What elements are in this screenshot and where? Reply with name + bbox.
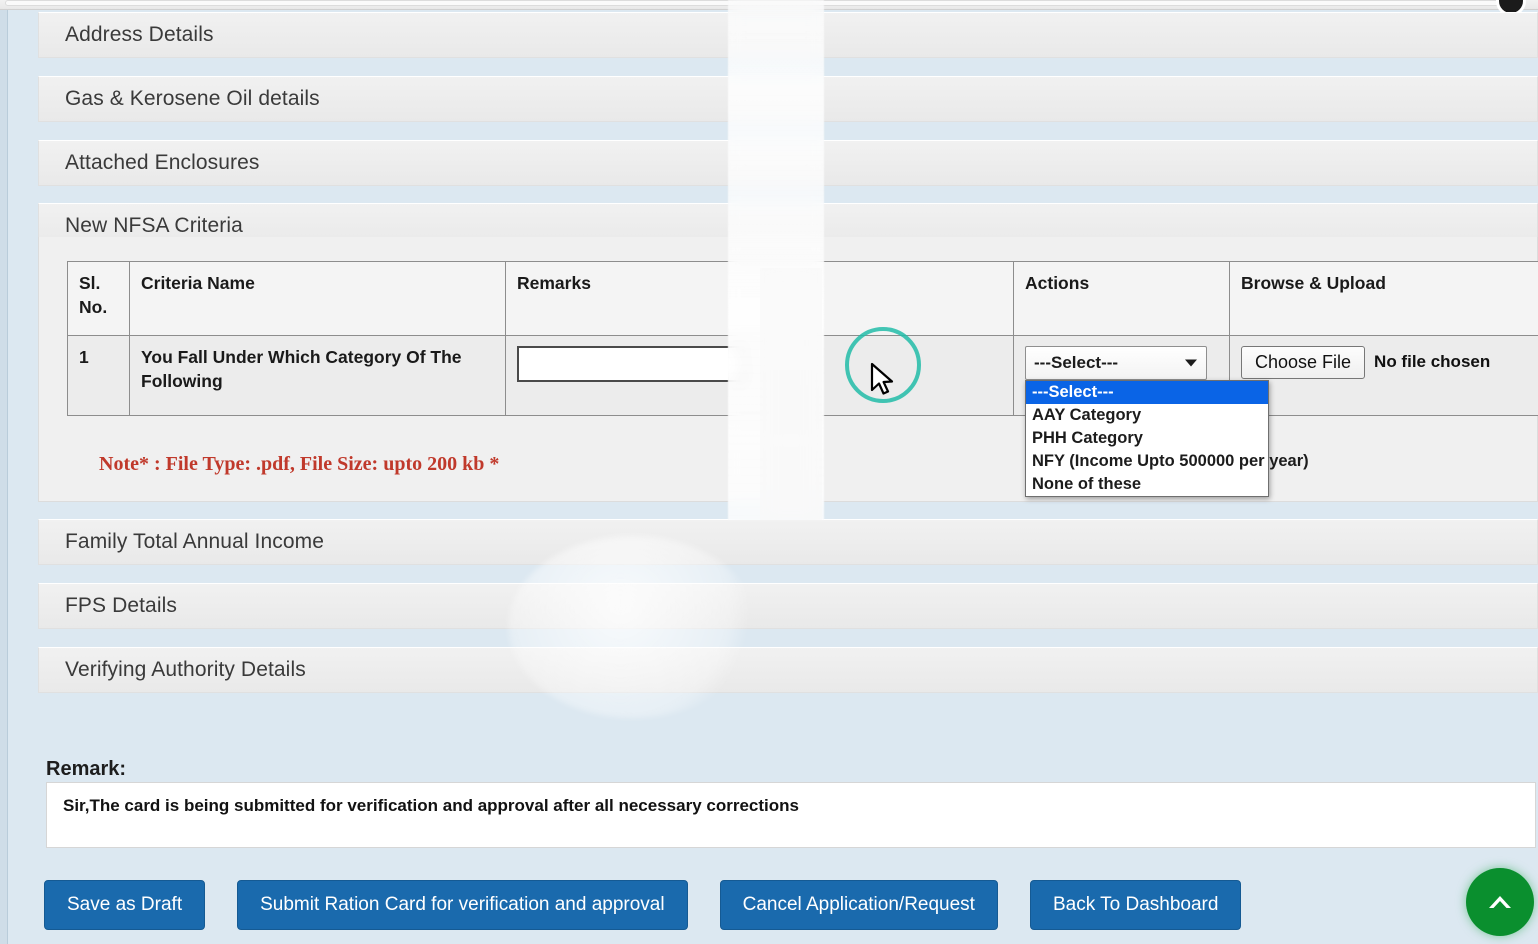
section-header-verifying-authority-details[interactable]: Verifying Authority Details (38, 647, 1538, 693)
section-header-attached-enclosures[interactable]: Attached Enclosures (38, 140, 1538, 186)
browser-top-strip (0, 0, 1538, 16)
section-label: Family Total Annual Income (65, 530, 325, 553)
category-select-options[interactable]: ---Select--- AAY Category PHH Category N… (1025, 380, 1309, 497)
select-option[interactable]: NFY (Income Upto 500000 per year) (1026, 450, 1309, 473)
file-chosen-status: No file chosen (1374, 352, 1491, 372)
section-header-gas-kerosene[interactable]: Gas & Kerosene Oil details (38, 76, 1538, 122)
select-option[interactable]: PHH Category (1026, 427, 1268, 450)
section-header-family-total-annual-income[interactable]: Family Total Annual Income (38, 519, 1538, 565)
chevron-down-icon (1185, 359, 1197, 367)
remark-text: Sir,The card is being submitted for veri… (63, 796, 799, 815)
submit-ration-card-button[interactable]: Submit Ration Card for verification and … (237, 880, 688, 930)
page-left-rail (0, 10, 8, 944)
cell-browse-upload: Choose File No file chosen (1229, 335, 1538, 416)
header-sl-no: Sl. No. (67, 261, 130, 336)
section-label: New NFSA Criteria (65, 214, 243, 237)
file-upload-control[interactable]: Choose File No file chosen (1241, 346, 1538, 379)
header-criteria-name: Criteria Name (129, 261, 506, 336)
header-browse-upload: Browse & Upload (1229, 261, 1538, 336)
section-header-fps-details[interactable]: FPS Details (38, 583, 1538, 629)
table-row: 1 You Fall Under Which Category Of The F… (67, 335, 1538, 497)
category-select-box[interactable]: ---Select--- (1025, 346, 1207, 380)
nfsa-criteria-panel: Sl. No. Criteria Name Remarks Actions Br… (38, 237, 1538, 502)
page-root: Address Details Gas & Kerosene Oil detai… (0, 0, 1538, 944)
category-select[interactable]: ---Select--- ---Select--- AAY Category P… (1025, 346, 1309, 497)
select-option[interactable]: AAY Category (1026, 404, 1268, 427)
remarks-input[interactable] (517, 346, 745, 382)
section-label: FPS Details (65, 594, 177, 617)
criteria-table: Sl. No. Criteria Name Remarks Actions Br… (67, 261, 1538, 497)
section-label: Attached Enclosures (65, 151, 260, 174)
section-header-address-details[interactable]: Address Details (38, 12, 1538, 58)
category-select-value: ---Select--- (1034, 352, 1119, 372)
scroll-to-top-button[interactable] (1466, 868, 1534, 936)
select-option[interactable]: None of these (1026, 473, 1268, 496)
address-bar[interactable] (5, 0, 1505, 6)
chevron-up-icon (1489, 896, 1511, 908)
cell-criteria-name: You Fall Under Which Category Of The Fol… (129, 335, 506, 416)
header-actions: Actions (1013, 261, 1230, 336)
remark-box[interactable]: Sir,The card is being submitted for veri… (46, 782, 1536, 848)
action-button-bar: Save as Draft Submit Ration Card for ver… (44, 880, 1242, 930)
section-label: Verifying Authority Details (65, 658, 306, 681)
cancel-application-button[interactable]: Cancel Application/Request (719, 880, 998, 930)
section-label: Address Details (65, 23, 214, 46)
remark-label: Remark: (46, 758, 127, 780)
cell-remarks (505, 335, 1014, 416)
cell-actions: ---Select--- ---Select--- AAY Category P… (1013, 335, 1309, 497)
back-to-dashboard-button[interactable]: Back To Dashboard (1029, 880, 1242, 930)
select-option[interactable]: ---Select--- (1026, 381, 1268, 404)
header-remarks: Remarks (505, 261, 1014, 336)
save-as-draft-button[interactable]: Save as Draft (44, 880, 206, 930)
cell-sl-no: 1 (67, 335, 130, 416)
table-header-row: Sl. No. Criteria Name Remarks Actions Br… (67, 261, 1538, 336)
section-label: Gas & Kerosene Oil details (65, 87, 320, 110)
choose-file-button[interactable]: Choose File (1241, 346, 1366, 379)
file-note: Note* : File Type: .pdf, File Size: upto… (99, 453, 500, 475)
